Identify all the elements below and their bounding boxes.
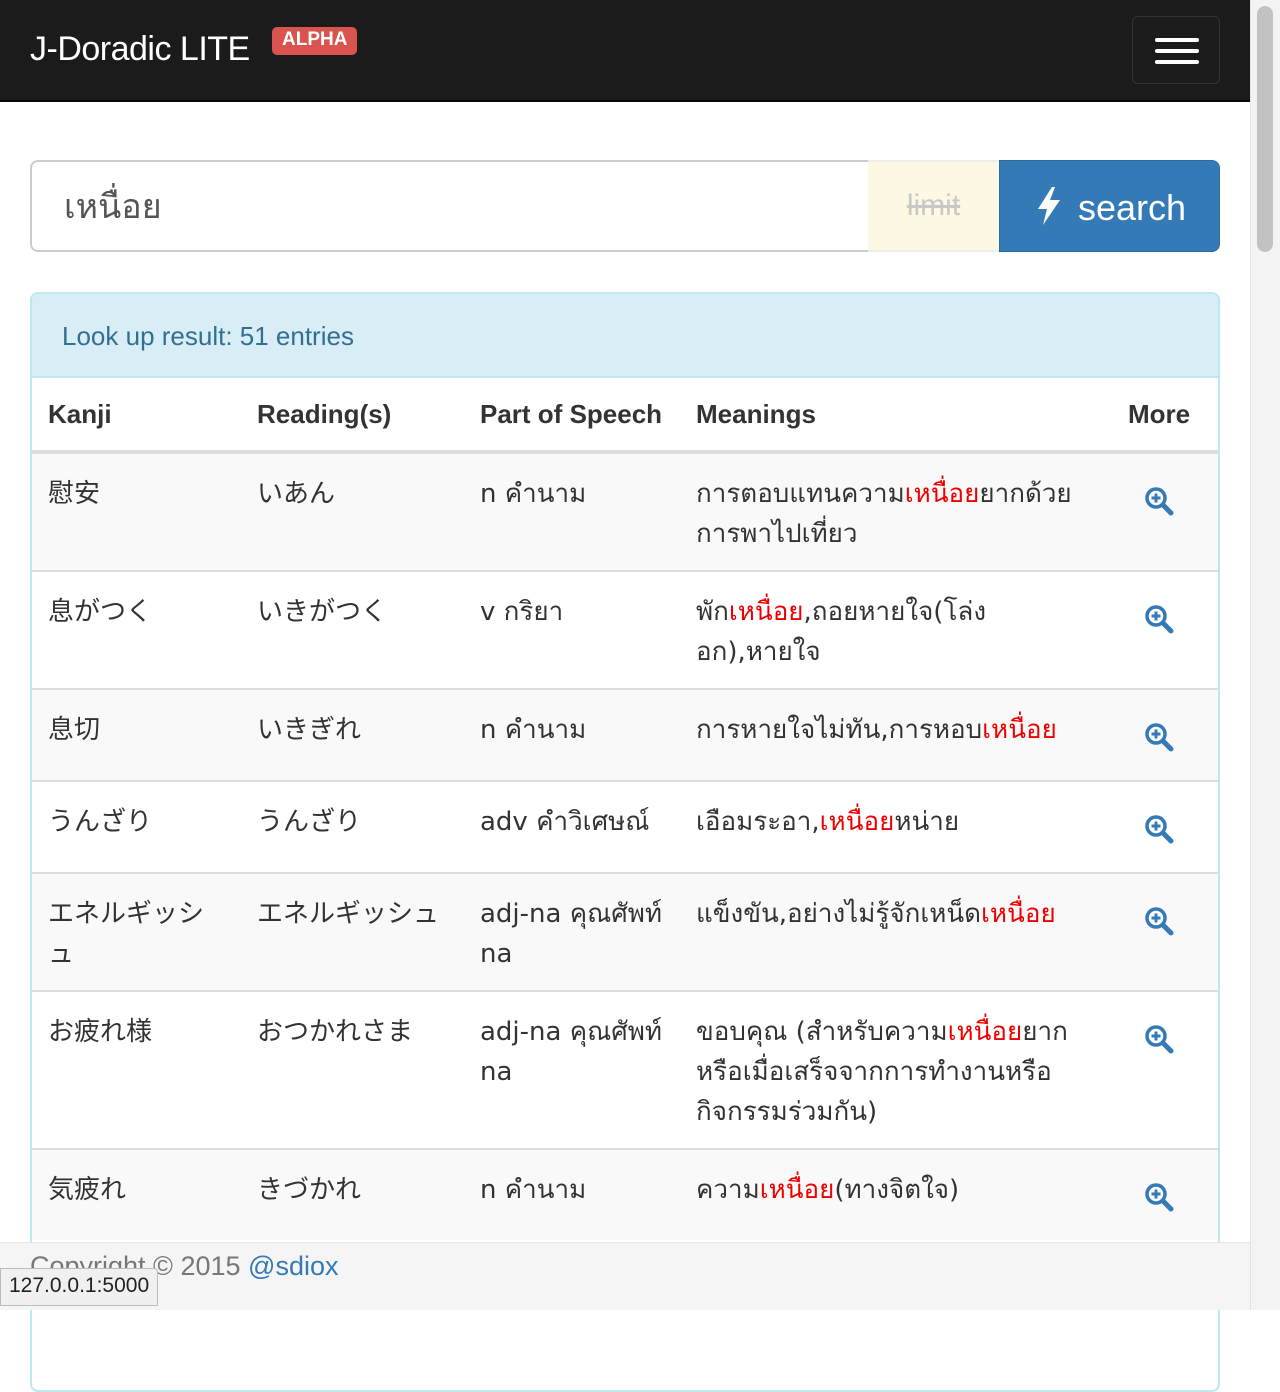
zoom-in-icon[interactable] bbox=[1144, 486, 1174, 528]
zoom-in-icon[interactable] bbox=[1144, 906, 1174, 948]
search-form: limit search bbox=[30, 160, 1220, 252]
navbar: J-Doradic LITE ALPHA bbox=[0, 0, 1250, 102]
footer: Copyright © 2015 @sdiox bbox=[0, 1242, 1250, 1310]
reading-cell: きづかれ bbox=[241, 1148, 464, 1240]
kanji-cell: 気疲れ bbox=[32, 1148, 241, 1240]
table-row: 慰安 いあん n คำนาม การตอบแทนความเหนื่อยยากด้วยก… bbox=[32, 451, 1218, 571]
part-of-speech-cell: adv คำวิเศษณ์ bbox=[464, 780, 680, 873]
meaning-cell: เอือมระอา,เหนื่อยหน่าย bbox=[680, 780, 1100, 873]
meaning-text: เอือมระอา, bbox=[696, 807, 820, 837]
part-of-speech-cell: n คำนาม bbox=[464, 451, 680, 571]
table-row: 息切 いきぎれ n คำนาม การหายใจไม่ทัน,การหอบเหนื่อ… bbox=[32, 688, 1218, 781]
results-summary: Look up result: 51 entries bbox=[32, 294, 1218, 378]
more-cell bbox=[1100, 570, 1218, 689]
more-cell bbox=[1100, 872, 1218, 991]
more-cell bbox=[1100, 990, 1218, 1149]
brand-title[interactable]: J-Doradic LITE bbox=[30, 30, 250, 69]
bolt-icon bbox=[1038, 187, 1060, 225]
meaning-cell: ขอบคุณ (สำหรับความเหนื่อยยากหรือเมื่อเสร… bbox=[680, 990, 1100, 1149]
table-row: エネルギッシュ エネルギッシュ adj-na คุณศัพท์ na แข็งขัน,… bbox=[32, 872, 1218, 991]
meaning-text: (ทางจิตใจ) bbox=[834, 1175, 960, 1205]
results-panel: Look up result: 51 entries Kanji Reading… bbox=[30, 292, 1220, 1392]
zoom-in-icon[interactable] bbox=[1144, 1182, 1174, 1224]
reading-cell: うんざり bbox=[241, 780, 464, 873]
kanji-cell: お疲れ様 bbox=[32, 990, 241, 1149]
alpha-badge: ALPHA bbox=[272, 27, 358, 55]
meaning-cell: การตอบแทนความเหนื่อยยากด้วยการพาไปเที่ยว bbox=[680, 451, 1100, 571]
zoom-in-icon[interactable] bbox=[1144, 814, 1174, 856]
part-of-speech-cell: n คำนาม bbox=[464, 688, 680, 781]
column-header-meanings: Meanings bbox=[680, 378, 1100, 454]
reading-cell: いあん bbox=[241, 451, 464, 571]
kanji-cell: エネルギッシュ bbox=[32, 872, 241, 991]
meaning-text: การตอบแทนความ bbox=[696, 479, 905, 509]
column-header-part-of-speech: Part of Speech bbox=[464, 378, 680, 454]
reading-cell: いきがつく bbox=[241, 570, 464, 689]
meaning-cell: แข็งขัน,อย่างไม่รู้จักเหน็ดเหนื่อย bbox=[680, 872, 1100, 991]
meaning-highlight: เหนื่อย bbox=[981, 899, 1056, 929]
reading-cell: おつかれさま bbox=[241, 990, 464, 1149]
meaning-highlight: เหนื่อย bbox=[982, 715, 1057, 745]
meaning-text: การหายใจไม่ทัน,การหอบ bbox=[696, 715, 983, 745]
table-row: お疲れ様 おつかれさま adj-na คุณศัพท์ na ขอบคุณ (สำหร… bbox=[32, 990, 1218, 1149]
zoom-in-icon[interactable] bbox=[1144, 722, 1174, 764]
limit-toggle[interactable]: limit bbox=[868, 160, 999, 252]
zoom-in-icon[interactable] bbox=[1144, 604, 1174, 646]
meaning-highlight: เหนื่อย bbox=[819, 807, 895, 837]
more-cell bbox=[1100, 1148, 1218, 1240]
meaning-cell: พักเหนื่อย,ถอยหายใจ(โล่งอก),หายใจ bbox=[680, 570, 1100, 689]
reading-cell: いきぎれ bbox=[241, 688, 464, 781]
status-bar-url: 127.0.0.1:5000 bbox=[0, 1268, 159, 1306]
table-row: 息がつく いきがつく v กริยา พักเหนื่อย,ถอยหายใจ(โล่ง… bbox=[32, 570, 1218, 689]
meaning-cell: ความเหนื่อย(ทางจิตใจ) bbox=[680, 1148, 1100, 1240]
more-cell bbox=[1100, 451, 1218, 571]
meaning-text: ขอบคุณ (สำหรับความ bbox=[696, 1017, 948, 1047]
kanji-cell: 息切 bbox=[32, 688, 241, 781]
meaning-highlight: เหนื่อย bbox=[759, 1175, 835, 1205]
kanji-cell: 慰安 bbox=[32, 451, 241, 571]
part-of-speech-cell: n คำนาม bbox=[464, 1148, 680, 1240]
menu-toggle-button[interactable] bbox=[1132, 16, 1220, 84]
part-of-speech-cell: adj-na คุณศัพท์ na bbox=[464, 990, 680, 1149]
part-of-speech-cell: v กริยา bbox=[464, 570, 680, 689]
column-header-kanji: Kanji bbox=[32, 378, 241, 454]
search-input[interactable] bbox=[30, 160, 868, 252]
meaning-text: พัก bbox=[696, 597, 729, 627]
more-cell bbox=[1100, 780, 1218, 873]
author-link[interactable]: @sdiox bbox=[248, 1251, 338, 1281]
meaning-highlight: เหนื่อย bbox=[728, 597, 804, 627]
more-cell bbox=[1100, 688, 1218, 781]
kanji-cell: うんざり bbox=[32, 780, 241, 873]
meaning-highlight: เหนื่อย bbox=[947, 1017, 1023, 1047]
zoom-in-icon[interactable] bbox=[1144, 1024, 1174, 1066]
meaning-text: ความ bbox=[696, 1175, 760, 1205]
kanji-cell: 息がつく bbox=[32, 570, 241, 689]
search-button[interactable]: search bbox=[999, 160, 1220, 252]
hamburger-icon bbox=[1155, 38, 1199, 42]
table-row: 気疲れ きづかれ n คำนาม ความเหนื่อย(ทางจิตใจ) bbox=[32, 1148, 1218, 1240]
column-header-more: More bbox=[1100, 378, 1218, 454]
meaning-text: แข็งขัน,อย่างไม่รู้จักเหน็ด bbox=[696, 899, 982, 929]
reading-cell: エネルギッシュ bbox=[241, 872, 464, 991]
meaning-highlight: เหนื่อย bbox=[904, 479, 980, 509]
meaning-text: หน่าย bbox=[894, 807, 960, 837]
column-header-reading: Reading(s) bbox=[241, 378, 464, 454]
part-of-speech-cell: adj-na คุณศัพท์ na bbox=[464, 872, 680, 991]
meaning-cell: การหายใจไม่ทัน,การหอบเหนื่อย bbox=[680, 688, 1100, 781]
table-row: うんざり うんざり adv คำวิเศษณ์ เอือมระอา,เหนื่อยหน… bbox=[32, 780, 1218, 873]
results-table: Kanji Reading(s) Part of Speech Meanings… bbox=[32, 378, 1218, 1240]
scrollbar-thumb[interactable] bbox=[1257, 6, 1273, 252]
search-button-label: search bbox=[1078, 187, 1187, 228]
